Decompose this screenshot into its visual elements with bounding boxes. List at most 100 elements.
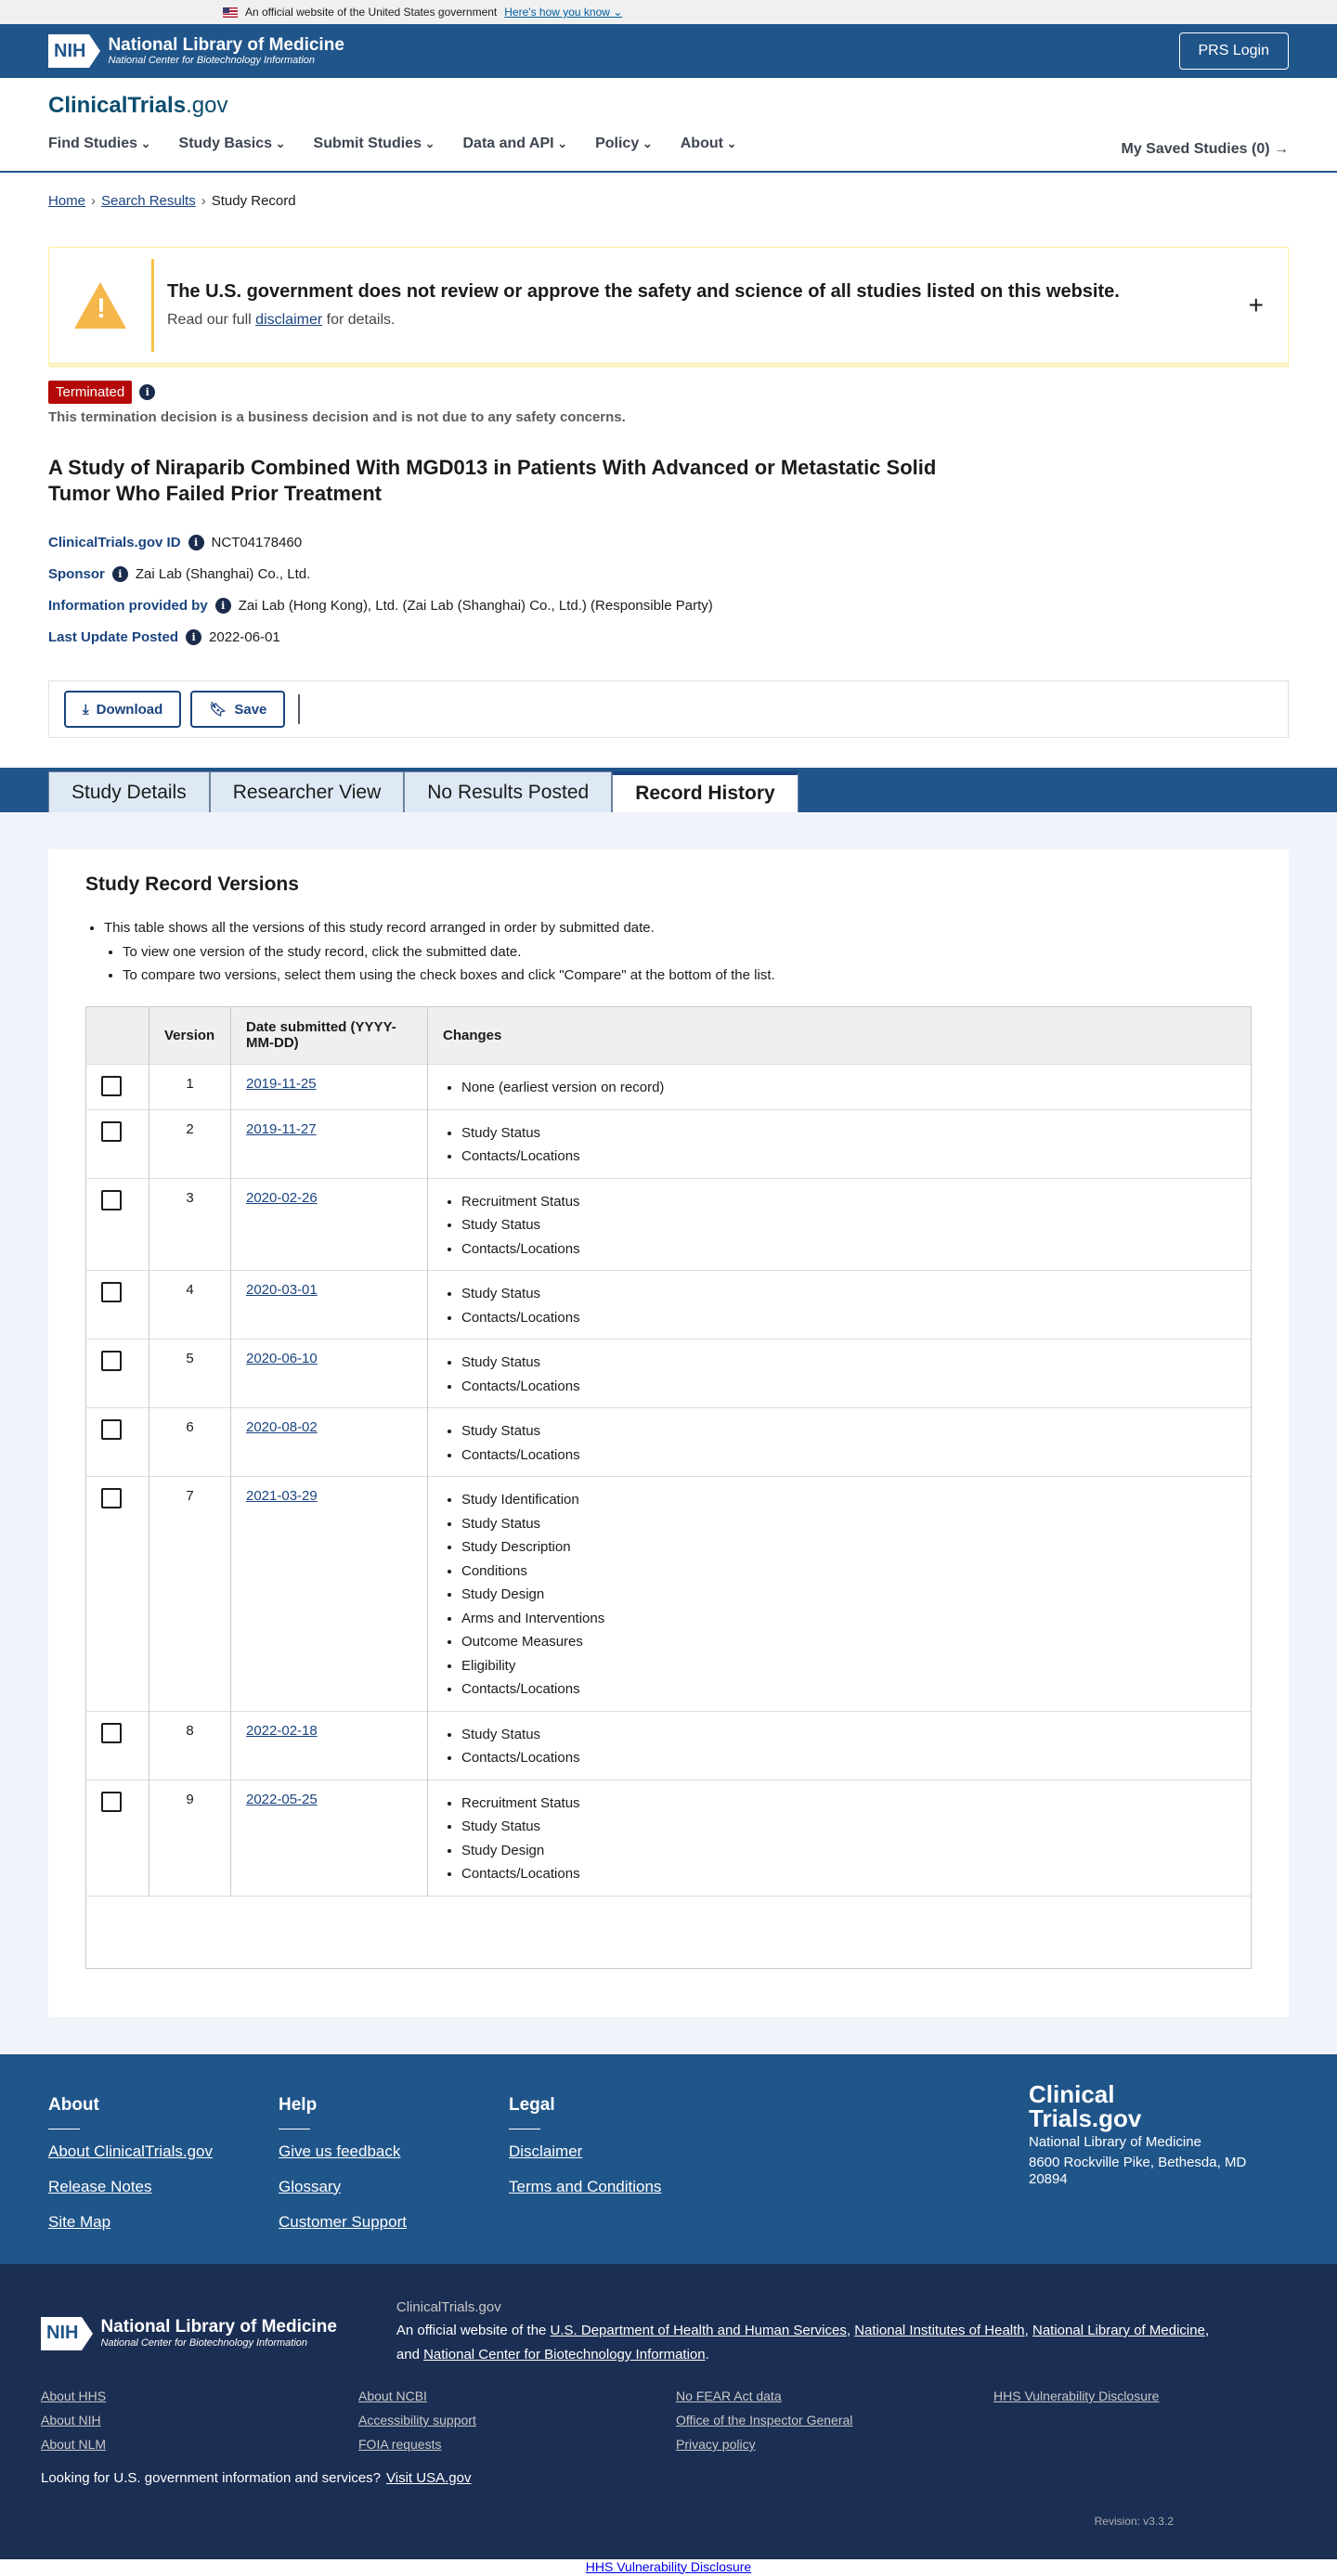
footer-link[interactable]: No FEAR Act data: [676, 2388, 993, 2403]
nav-find-studies[interactable]: Find Studies: [48, 136, 151, 152]
table-row: 6 2020-08-02 Study StatusContacts/Location…: [85, 1407, 1252, 1477]
table-row: 1 2019-11-25 None (earliest version on rec…: [85, 1063, 1252, 1109]
footer-link[interactable]: About NLM: [41, 2437, 358, 2452]
change-item: Study Status: [461, 1512, 1236, 1536]
expand-icon[interactable]: +: [1249, 291, 1264, 320]
info-icon[interactable]: i: [186, 628, 202, 645]
select-checkbox[interactable]: [101, 1419, 122, 1440]
study-title: A Study of Niraparib Combined With MGD01…: [48, 456, 937, 505]
tab-no-results-posted[interactable]: No Results Posted: [404, 771, 613, 812]
breadcrumb-current: Study Record: [211, 193, 296, 209]
table-row: 5 2020-06-10 Study StatusContacts/Location…: [85, 1339, 1252, 1408]
footer-nih-logo[interactable]: NIH National Library of Medicine Nationa…: [41, 2301, 337, 2367]
save-button[interactable]: 🔖︎ Save: [190, 691, 286, 728]
sponsor-label: Sponsor: [48, 565, 105, 582]
footer-link[interactable]: About NIH: [41, 2413, 358, 2427]
select-checkbox[interactable]: [101, 1189, 122, 1210]
select-checkbox[interactable]: [101, 1791, 122, 1812]
footer-link[interactable]: Accessibility support: [358, 2413, 676, 2427]
record-history-card: Study Record Versions This table shows a…: [48, 849, 1289, 2017]
table-row: 4 2020-03-01 Study StatusContacts/Location…: [85, 1270, 1252, 1340]
action-bar: ⤓ Download 🔖︎ Save: [48, 680, 1289, 738]
footer-link[interactable]: Glossary: [279, 2178, 509, 2196]
footer-link[interactable]: HHS Vulnerability Disclosure: [993, 2388, 1311, 2403]
nih-logo[interactable]: NIH National Library of Medicine Nationa…: [48, 34, 344, 68]
change-item: Study Design: [461, 1839, 1236, 1863]
table-row: 9 2022-05-25 Recruitment StatusStudy Statu…: [85, 1779, 1252, 1896]
disclaimer-text: Read our full disclaimer for details.: [167, 312, 396, 328]
version-date-link[interactable]: 2020-03-01: [246, 1282, 318, 1298]
nav-data-and-api[interactable]: Data and API: [462, 136, 567, 152]
disclaimer-link[interactable]: disclaimer: [255, 312, 322, 328]
footer-link-grid: About HHS About NCBI No FEAR Act data HH…: [41, 2388, 1296, 2452]
changes-list: Recruitment StatusStudy StatusStudy Desi…: [461, 1792, 1236, 1886]
select-checkbox[interactable]: [101, 1120, 122, 1142]
prs-login-button[interactable]: PRS Login: [1178, 32, 1289, 70]
changes-list: Study StatusContacts/Locations: [461, 1723, 1236, 1770]
footer-link[interactable]: Privacy policy: [676, 2437, 993, 2452]
footer-link[interactable]: Terms and Conditions: [509, 2178, 739, 2196]
footer-legal: Legal Disclaimer Terms and Conditions: [509, 2095, 739, 2236]
footer-link[interactable]: Office of the Inspector General: [676, 2413, 993, 2427]
footer-link[interactable]: About HHS: [41, 2388, 358, 2403]
site-logo[interactable]: ClinicalTrials.gov: [48, 78, 1289, 119]
change-item: Contacts/Locations: [461, 1677, 1236, 1702]
table-row: 7 2021-03-29 Study IdentificationStudy Sta…: [85, 1476, 1252, 1711]
change-item: Study Identification: [461, 1488, 1236, 1512]
change-item: Study Description: [461, 1535, 1236, 1560]
version-date-link[interactable]: 2020-08-02: [246, 1419, 318, 1435]
version-date-link[interactable]: 2022-02-18: [246, 1723, 318, 1739]
select-checkbox[interactable]: [101, 1075, 122, 1096]
version-date-link[interactable]: 2021-03-29: [246, 1488, 318, 1504]
footer-link[interactable]: Disclaimer: [509, 2142, 739, 2161]
footer-link[interactable]: Customer Support: [279, 2213, 509, 2232]
nih-header: NIH National Library of Medicine Nationa…: [0, 24, 1337, 78]
heres-how-you-know-link[interactable]: Here's how you know ⌄: [504, 6, 622, 19]
footer-link[interactable]: Release Notes: [48, 2178, 279, 2196]
version-number: 4: [149, 1270, 231, 1340]
version-date-link[interactable]: 2019-11-25: [246, 1076, 317, 1092]
nav-submit-studies[interactable]: Submit Studies: [314, 136, 435, 152]
nav-about[interactable]: About: [681, 136, 737, 152]
versions-table: Version Date submitted (YYYY-MM-DD) Chan…: [85, 1005, 1252, 1969]
info-icon[interactable]: i: [111, 565, 128, 582]
footer-link[interactable]: FOIA requests: [358, 2437, 676, 2452]
usa-gov-link[interactable]: Visit USA.gov: [386, 2470, 471, 2486]
change-item: Eligibility: [461, 1654, 1236, 1678]
breadcrumb-search-results[interactable]: Search Results: [101, 193, 196, 209]
info-icon[interactable]: i: [188, 534, 204, 550]
breadcrumb-home[interactable]: Home: [48, 193, 85, 209]
changes-list: None (earliest version on record): [461, 1076, 1236, 1100]
footer-link[interactable]: About NCBI: [358, 2388, 676, 2403]
change-item: Outcome Measures: [461, 1630, 1236, 1654]
info-icon[interactable]: i: [214, 597, 231, 614]
version-date-link[interactable]: 2022-05-25: [246, 1792, 318, 1807]
change-item: Contacts/Locations: [461, 1145, 1236, 1169]
nav-policy[interactable]: Policy: [595, 136, 653, 152]
select-checkbox[interactable]: [101, 1488, 122, 1508]
download-icon: ⤓: [83, 701, 89, 718]
nav-study-basics[interactable]: Study Basics: [179, 136, 286, 152]
my-saved-studies-link[interactable]: My Saved Studies (0) →: [1122, 141, 1290, 158]
change-item: Study Status: [461, 1723, 1236, 1747]
change-item: Recruitment Status: [461, 1190, 1236, 1214]
site-header: ClinicalTrials.gov Find Studies Study Ba…: [0, 78, 1337, 173]
version-date-link[interactable]: 2020-02-26: [246, 1190, 318, 1206]
table-footer-row: [85, 1895, 1252, 1968]
hhs-vulnerability-link[interactable]: HHS Vulnerability Disclosure: [586, 2559, 751, 2574]
tab-researcher-view[interactable]: Researcher View: [209, 771, 405, 812]
select-checkbox[interactable]: [101, 1351, 122, 1371]
change-item: Contacts/Locations: [461, 1375, 1236, 1399]
download-button[interactable]: ⤓ Download: [64, 691, 182, 728]
tab-record-history[interactable]: Record History: [612, 771, 798, 812]
footer-link[interactable]: About ClinicalTrials.gov: [48, 2142, 279, 2161]
info-icon[interactable]: i: [139, 384, 156, 400]
version-date-link[interactable]: 2019-11-27: [246, 1121, 317, 1137]
footer-link[interactable]: Site Map: [48, 2213, 279, 2232]
version-date-link[interactable]: 2020-06-10: [246, 1351, 318, 1366]
footer-link[interactable]: Give us feedback: [279, 2142, 509, 2161]
col-version: Version: [149, 1006, 231, 1064]
select-checkbox[interactable]: [101, 1722, 122, 1743]
tab-study-details[interactable]: Study Details: [48, 771, 210, 812]
select-checkbox[interactable]: [101, 1282, 122, 1302]
